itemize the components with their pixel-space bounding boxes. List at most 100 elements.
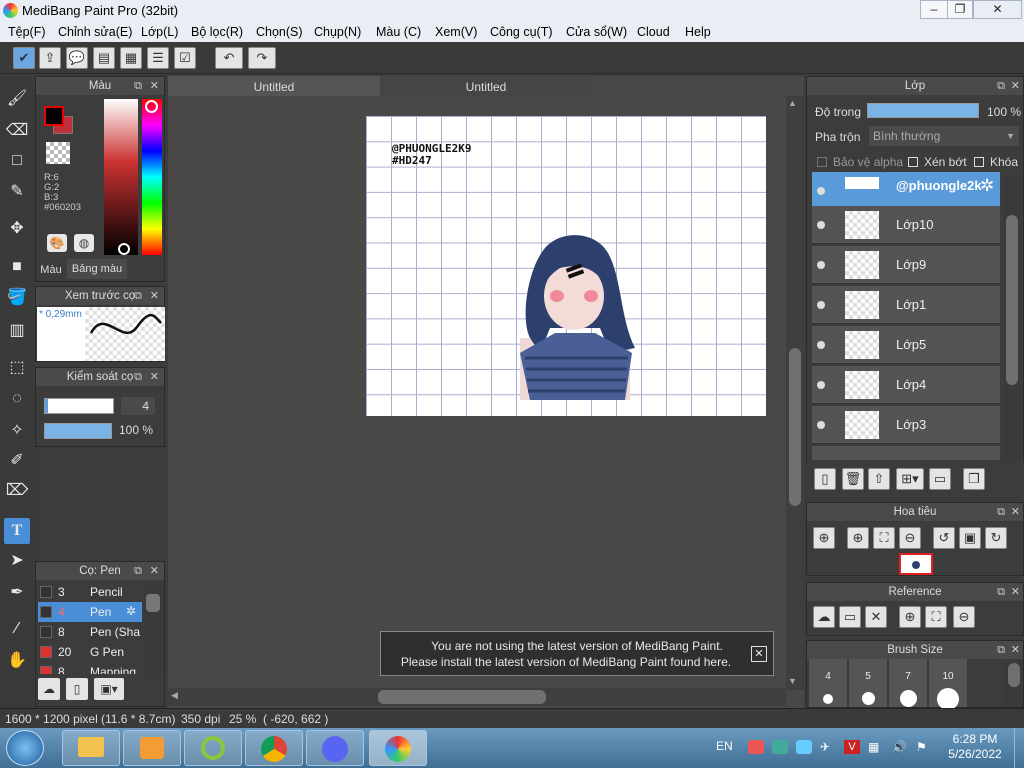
select-pen-icon[interactable]: ✐ <box>4 448 30 474</box>
zoom-reset-icon[interactable]: ⊕ <box>813 527 835 549</box>
tray-icon-3[interactable] <box>796 740 812 754</box>
share-icon[interactable]: ⇪ <box>39 47 61 69</box>
blend-mode-select[interactable]: Bình thường ▼ <box>869 126 1019 146</box>
panel-close-icon[interactable]: ✕ <box>150 562 159 580</box>
tab-color[interactable]: Màu <box>36 259 66 281</box>
eye-icon[interactable] <box>817 381 825 389</box>
menu-help[interactable]: Help <box>685 25 711 39</box>
brush-size-slider[interactable] <box>44 398 114 414</box>
explorer-icon[interactable] <box>62 730 120 766</box>
brush-size-preset[interactable]: 7 <box>889 659 927 707</box>
eraser-tool-icon[interactable]: ⌫ <box>4 118 30 144</box>
palette-icon[interactable]: ◍ <box>74 234 94 252</box>
menu-layer[interactable]: Lớp(L) <box>141 25 178 39</box>
folder-icon[interactable]: ▭ <box>929 468 951 490</box>
panel-close-icon[interactable]: ✕ <box>1011 77 1020 95</box>
divide-tool-icon[interactable]: ✒ <box>4 580 30 606</box>
layer-item-selected[interactable]: @phuongle2k ✲ <box>812 172 1000 210</box>
brush-size-preset[interactable]: 5 <box>849 659 887 707</box>
saturation-value-picker[interactable] <box>104 99 138 255</box>
brush-item[interactable]: 8 Mapping <box>38 662 142 674</box>
gear-icon[interactable]: ✲ <box>126 604 136 618</box>
layer-up-icon[interactable]: ⇧ <box>868 468 890 490</box>
panel-close-icon[interactable]: ✕ <box>1011 503 1020 521</box>
cloud-save-icon[interactable]: ✔ <box>13 47 35 69</box>
fit-window-icon[interactable]: ▣ <box>959 527 981 549</box>
undock-icon[interactable]: ⧉ <box>997 77 1005 95</box>
scroll-down-icon[interactable]: ▼ <box>788 676 797 686</box>
cloud-ref-icon[interactable]: ☁ <box>813 606 835 628</box>
menu-edit[interactable]: Chỉnh sửa(E) <box>58 25 132 39</box>
protect-alpha-checkbox[interactable] <box>817 157 827 167</box>
undock-icon[interactable]: ⧉ <box>997 641 1005 659</box>
volume-icon[interactable]: 🔊 <box>892 740 908 754</box>
ref-fit-icon[interactable]: ⛶ <box>925 606 947 628</box>
lock-checkbox[interactable] <box>974 157 984 167</box>
brush-item[interactable]: 8 Pen (Sha <box>38 622 142 642</box>
add-layer-menu-icon[interactable]: ⊞▾ <box>896 468 924 490</box>
menu-cloud[interactable]: Cloud <box>637 25 670 39</box>
panel-close-icon[interactable]: ✕ <box>150 77 159 95</box>
rotate-right-icon[interactable]: ↻ <box>985 527 1007 549</box>
gear-icon[interactable]: ✲ <box>980 176 994 196</box>
menu-filter[interactable]: Bộ lọc(R) <box>191 25 243 39</box>
close-button[interactable]: ✕ <box>973 0 1022 19</box>
chrome-icon[interactable] <box>245 730 303 766</box>
menu-tools[interactable]: Công cụ(T) <box>490 25 553 39</box>
layer-item[interactable]: Lớp3 <box>812 406 1000 444</box>
brush-item-selected[interactable]: 4 Pen ✲ <box>38 602 142 622</box>
operation-tool-icon[interactable]: ➤ <box>4 548 30 574</box>
comment-icon[interactable]: 💬 <box>66 47 88 69</box>
panel-close-icon[interactable]: ✕ <box>1011 641 1020 659</box>
layer-item[interactable]: Lớp5 <box>812 326 1000 364</box>
message-icon[interactable]: ▤ <box>93 47 115 69</box>
ref-zoom-in-icon[interactable]: ⊕ <box>899 606 921 628</box>
checklist-icon[interactable]: ☑ <box>174 47 196 69</box>
panel-close-icon[interactable]: ✕ <box>150 368 159 386</box>
language-indicator[interactable]: EN <box>716 739 733 753</box>
tray-icon-2[interactable] <box>772 740 788 754</box>
menu-color[interactable]: Màu (C) <box>376 25 421 39</box>
hue-handle[interactable] <box>145 100 158 113</box>
select-eraser-icon[interactable]: ⌦ <box>4 478 30 504</box>
horizontal-scrollbar[interactable]: ◀ <box>168 688 786 706</box>
color-wheel-icon[interactable]: 🎨 <box>47 234 67 252</box>
brush-menu-icon[interactable]: ▣▾ <box>94 678 124 700</box>
scroll-left-icon[interactable]: ◀ <box>171 690 178 701</box>
notice-close-icon[interactable]: ✕ <box>751 646 767 662</box>
eyedropper-icon[interactable]: ⁄ <box>4 616 30 642</box>
layer-opacity-slider[interactable] <box>867 103 979 118</box>
transparent-swatch[interactable] <box>46 142 70 164</box>
minimize-button[interactable]: – <box>920 0 948 19</box>
vertical-scrollbar[interactable]: ▲ ▼ <box>786 96 804 690</box>
scroll-up-icon[interactable]: ▲ <box>788 98 797 108</box>
menu-snap[interactable]: Chụp(N) <box>314 25 361 39</box>
main-color-swatch[interactable] <box>44 106 64 126</box>
panel-close-icon[interactable]: ✕ <box>150 287 159 305</box>
flag-icon[interactable]: ⚑ <box>916 740 932 754</box>
brush-item[interactable]: 3 Pencil <box>38 582 142 602</box>
zoom-out-icon[interactable]: ⊖ <box>899 527 921 549</box>
media-player-icon[interactable] <box>123 730 181 766</box>
brush-size-preset[interactable]: 4 <box>809 659 847 707</box>
brush-size-scrollbar[interactable] <box>1005 659 1023 707</box>
undock-icon[interactable]: ⧉ <box>134 287 142 305</box>
cloud-brush-icon[interactable]: ☁ <box>38 678 60 700</box>
show-desktop-button[interactable] <box>1014 728 1024 768</box>
navigator-thumbnail[interactable] <box>899 553 933 575</box>
app-icon-green[interactable] <box>184 730 242 766</box>
layer-scrollbar[interactable] <box>1003 175 1021 461</box>
menu-view[interactable]: Xem(V) <box>435 25 477 39</box>
hue-slider[interactable] <box>142 99 162 255</box>
eye-icon[interactable] <box>817 341 825 349</box>
tray-icon-5[interactable]: V <box>844 740 860 754</box>
picker-handle[interactable] <box>118 243 130 255</box>
fit-icon[interactable]: ⛶ <box>873 527 895 549</box>
layer-item[interactable]: Lớp10 <box>812 206 1000 244</box>
layer-item[interactable]: Lớp1 <box>812 286 1000 324</box>
hand-tool-icon[interactable]: ✋ <box>4 648 30 674</box>
network-icon[interactable]: ▦ <box>868 740 884 754</box>
brush-size-preset[interactable]: 10 <box>929 659 967 710</box>
brush-list-scrollbar[interactable] <box>144 584 162 674</box>
tab-palette[interactable]: Bảng màu <box>67 259 127 279</box>
